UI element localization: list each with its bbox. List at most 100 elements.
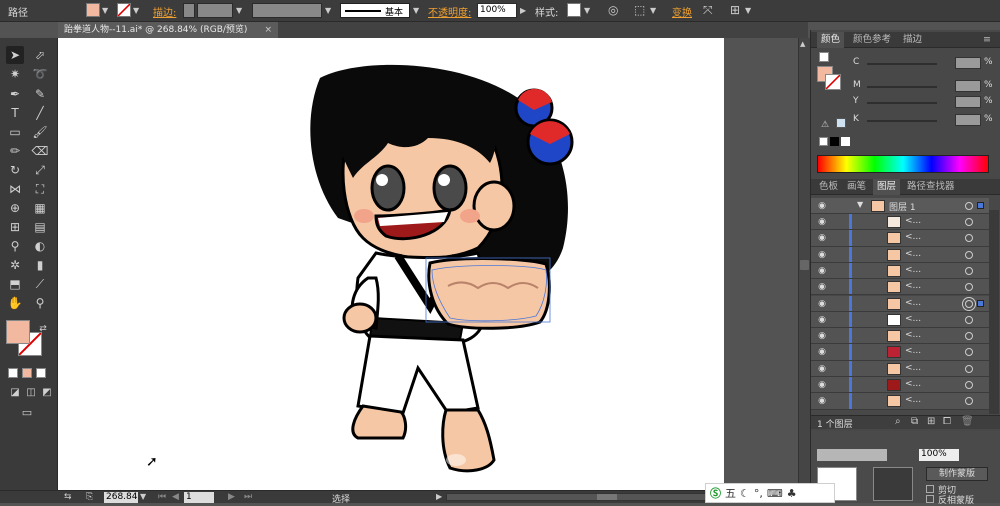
- keyboard-icon[interactable]: ⌨: [767, 487, 783, 500]
- brush-dropdown-icon[interactable]: ▼: [413, 6, 419, 15]
- ime-mode-label[interactable]: 五: [725, 485, 736, 501]
- variable-width-profile[interactable]: [252, 3, 322, 18]
- sublayer-target-icon[interactable]: [965, 332, 973, 341]
- sublayer-target-icon[interactable]: [965, 283, 973, 292]
- tab-layers[interactable]: 图层: [873, 179, 901, 195]
- channel-y-input[interactable]: [955, 96, 981, 108]
- tab-color-guide[interactable]: 颜色参考: [849, 32, 895, 48]
- column-graph-tool-icon[interactable]: ▮: [31, 256, 49, 274]
- artboard[interactable]: ➚: [58, 38, 724, 490]
- status-arrow-icon[interactable]: ⇆: [64, 492, 72, 502]
- sogou-logo-icon[interactable]: Ⓢ: [710, 485, 721, 501]
- make-clip-mask-icon[interactable]: ⧉: [911, 416, 918, 427]
- fill-swatch[interactable]: [86, 3, 100, 17]
- isolate-icon[interactable]: ⤧: [703, 3, 713, 17]
- channel-m-input[interactable]: [955, 80, 981, 92]
- layer-sublayer-row[interactable]: ◉ <...: [811, 214, 989, 231]
- swap-colors-icon[interactable]: ⇄: [34, 320, 52, 338]
- transparency-opacity-input[interactable]: 100%: [919, 449, 959, 461]
- pen-tool-icon[interactable]: ✒: [6, 85, 24, 103]
- visibility-eye-icon[interactable]: ◉: [815, 395, 829, 407]
- hand-tool-icon[interactable]: ✋: [6, 294, 24, 312]
- align-icon[interactable]: ⬚: [634, 3, 645, 17]
- new-layer-icon[interactable]: ⧠: [943, 416, 951, 427]
- sublayer-target-icon[interactable]: [965, 364, 973, 373]
- zoom-dropdown-icon[interactable]: ▼: [140, 492, 146, 501]
- channel-y-slider[interactable]: [867, 102, 937, 104]
- channel-c-slider[interactable]: [867, 63, 937, 65]
- tab-pathfinder[interactable]: 路径查找器: [903, 179, 959, 195]
- opacity-dropdown-icon[interactable]: ▶: [520, 6, 526, 15]
- tab-stroke[interactable]: 描边: [899, 32, 926, 48]
- moon-icon[interactable]: ☾: [740, 487, 750, 500]
- prev-artboard-icon[interactable]: ◀: [172, 492, 179, 502]
- stroke-dropdown-icon[interactable]: ▼: [133, 6, 139, 15]
- layer-sublayer-row[interactable]: ◉ <...: [811, 311, 989, 329]
- paintbrush-tool-icon[interactable]: 🖌: [31, 123, 49, 141]
- tab-color[interactable]: 颜色: [817, 32, 845, 48]
- opacity-label-link[interactable]: 不透明度:: [428, 4, 471, 19]
- tab-swatches[interactable]: 色板: [815, 179, 842, 195]
- channel-c-input[interactable]: [955, 57, 981, 69]
- symbol-sprayer-tool-icon[interactable]: ✲: [6, 256, 24, 274]
- color-spectrum[interactable]: [817, 155, 989, 173]
- blend-mode-dropdown[interactable]: [817, 449, 887, 461]
- sublayer-target-icon[interactable]: [965, 315, 973, 324]
- transform-link[interactable]: 变换: [672, 4, 692, 19]
- visibility-eye-icon[interactable]: ◉: [815, 232, 829, 244]
- sublayer-selected-indicator[interactable]: [977, 299, 984, 307]
- none-swatch[interactable]: [819, 137, 828, 146]
- layer-sublayer-row[interactable]: ◉ <...: [811, 344, 989, 361]
- panel-menu-icon[interactable]: ≡: [979, 32, 995, 48]
- expand-layer-icon[interactable]: ▼: [857, 200, 863, 209]
- eraser-tool-icon[interactable]: ⌫: [31, 142, 49, 160]
- curvature-tool-icon[interactable]: ✎: [31, 85, 49, 103]
- gradient-mode-icon[interactable]: [22, 368, 32, 378]
- color-panel-stroke-box[interactable]: [825, 74, 841, 90]
- sublayer-target-icon[interactable]: [965, 299, 973, 308]
- locate-object-icon[interactable]: ⌕: [895, 416, 901, 427]
- sublayer-target-icon[interactable]: [965, 250, 973, 259]
- sublayer-target-icon[interactable]: [965, 266, 973, 275]
- scale-tool-icon[interactable]: ⤢: [31, 161, 49, 179]
- invert-mask-checkbox[interactable]: [926, 495, 934, 503]
- artboard-number-input[interactable]: 1: [184, 492, 214, 503]
- close-tab-icon[interactable]: ×: [264, 22, 272, 38]
- stroke-weight-dropdown-icon[interactable]: ▼: [236, 6, 242, 15]
- sublayer-target-icon[interactable]: [965, 381, 973, 389]
- artboard-tool-icon[interactable]: ⬒: [6, 275, 24, 293]
- layer-sublayer-row[interactable]: ◉ <...: [811, 246, 989, 263]
- sublayer-target-icon[interactable]: [965, 397, 973, 406]
- white-swatch[interactable]: [841, 137, 850, 146]
- brush-style-dropdown[interactable]: 基本: [340, 3, 410, 18]
- layer-sublayer-row[interactable]: ◉ <...: [811, 328, 989, 345]
- layer-sublayer-row[interactable]: ◉ <...: [811, 360, 989, 377]
- next-artboard-icon[interactable]: ▶: [228, 492, 235, 502]
- lasso-tool-icon[interactable]: ➰: [31, 65, 49, 83]
- style-dropdown-icon[interactable]: ▼: [584, 6, 590, 15]
- scroll-thumb[interactable]: [800, 260, 809, 270]
- out-of-gamut-icon[interactable]: ⚠: [821, 120, 829, 130]
- fill-dropdown-icon[interactable]: ▼: [102, 6, 108, 15]
- layer-sublayer-row[interactable]: ◉ <...: [811, 295, 989, 312]
- free-transform-tool-icon[interactable]: ⛶: [31, 180, 49, 198]
- visibility-eye-icon[interactable]: ◉: [815, 265, 829, 277]
- delete-layer-icon[interactable]: 🗑: [961, 416, 974, 427]
- graphic-style-swatch[interactable]: [567, 3, 581, 17]
- vertical-scrollbar[interactable]: ▲: [798, 38, 810, 490]
- gamut-swatch[interactable]: [836, 118, 846, 128]
- sublayer-target-icon[interactable]: [965, 218, 973, 226]
- eyedropper-tool-icon[interactable]: ⚲: [6, 237, 24, 255]
- last-artboard-icon[interactable]: ⏭: [244, 492, 252, 502]
- sublayer-target-icon[interactable]: [965, 234, 973, 243]
- layer-sublayer-row[interactable]: ◉ <...: [811, 279, 989, 296]
- line-tool-icon[interactable]: ╱: [31, 104, 49, 122]
- stroke-swatch[interactable]: [117, 3, 131, 17]
- sublayer-target-icon[interactable]: [965, 348, 973, 357]
- rotate-tool-icon[interactable]: ↻: [6, 161, 24, 179]
- zoom-tool-icon[interactable]: ⚲: [31, 294, 49, 312]
- status-menu-icon[interactable]: ▶: [436, 492, 442, 501]
- visibility-eye-icon[interactable]: ◉: [815, 330, 829, 342]
- layer-sublayer-row[interactable]: ◉ <...: [811, 262, 989, 280]
- opacity-input[interactable]: 100%: [477, 3, 517, 18]
